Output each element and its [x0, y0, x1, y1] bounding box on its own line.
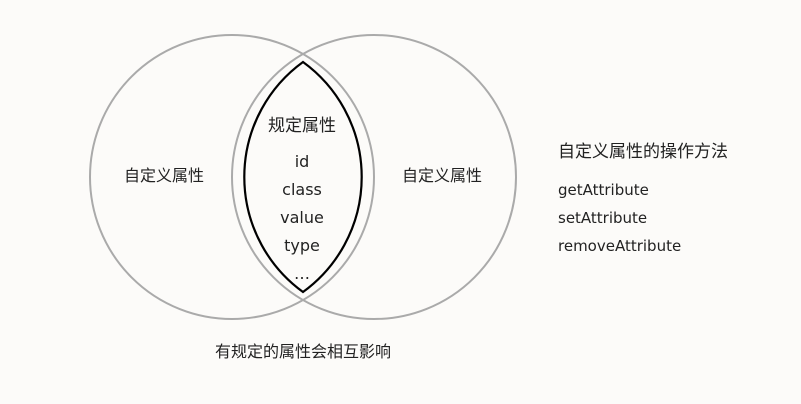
operation-removeattribute: removeAttribute	[558, 237, 682, 255]
intersection-item-ellipsis: …	[294, 264, 310, 283]
intersection-item-id: id	[294, 152, 310, 171]
operations-title: 自定义属性的操作方法	[558, 142, 728, 162]
operation-getattribute: getAttribute	[558, 181, 649, 199]
left-circle-label: 自定义属性	[123, 166, 205, 185]
operation-setattribute: setAttribute	[558, 209, 648, 227]
operations-panel: 自定义属性的操作方法 getAttribute setAttribute rem…	[558, 144, 728, 260]
intersection-item-value: value	[280, 208, 324, 227]
intersection-title: 规定属性	[268, 116, 336, 136]
intersection-item-class: class	[282, 180, 322, 199]
right-circle-label: 自定义属性	[401, 166, 483, 185]
intersection-item-type: type	[284, 236, 320, 255]
intersection-content: 规定属性 id class value type …	[268, 118, 336, 288]
bottom-caption: 有规定的属性会相互影响	[214, 342, 392, 361]
